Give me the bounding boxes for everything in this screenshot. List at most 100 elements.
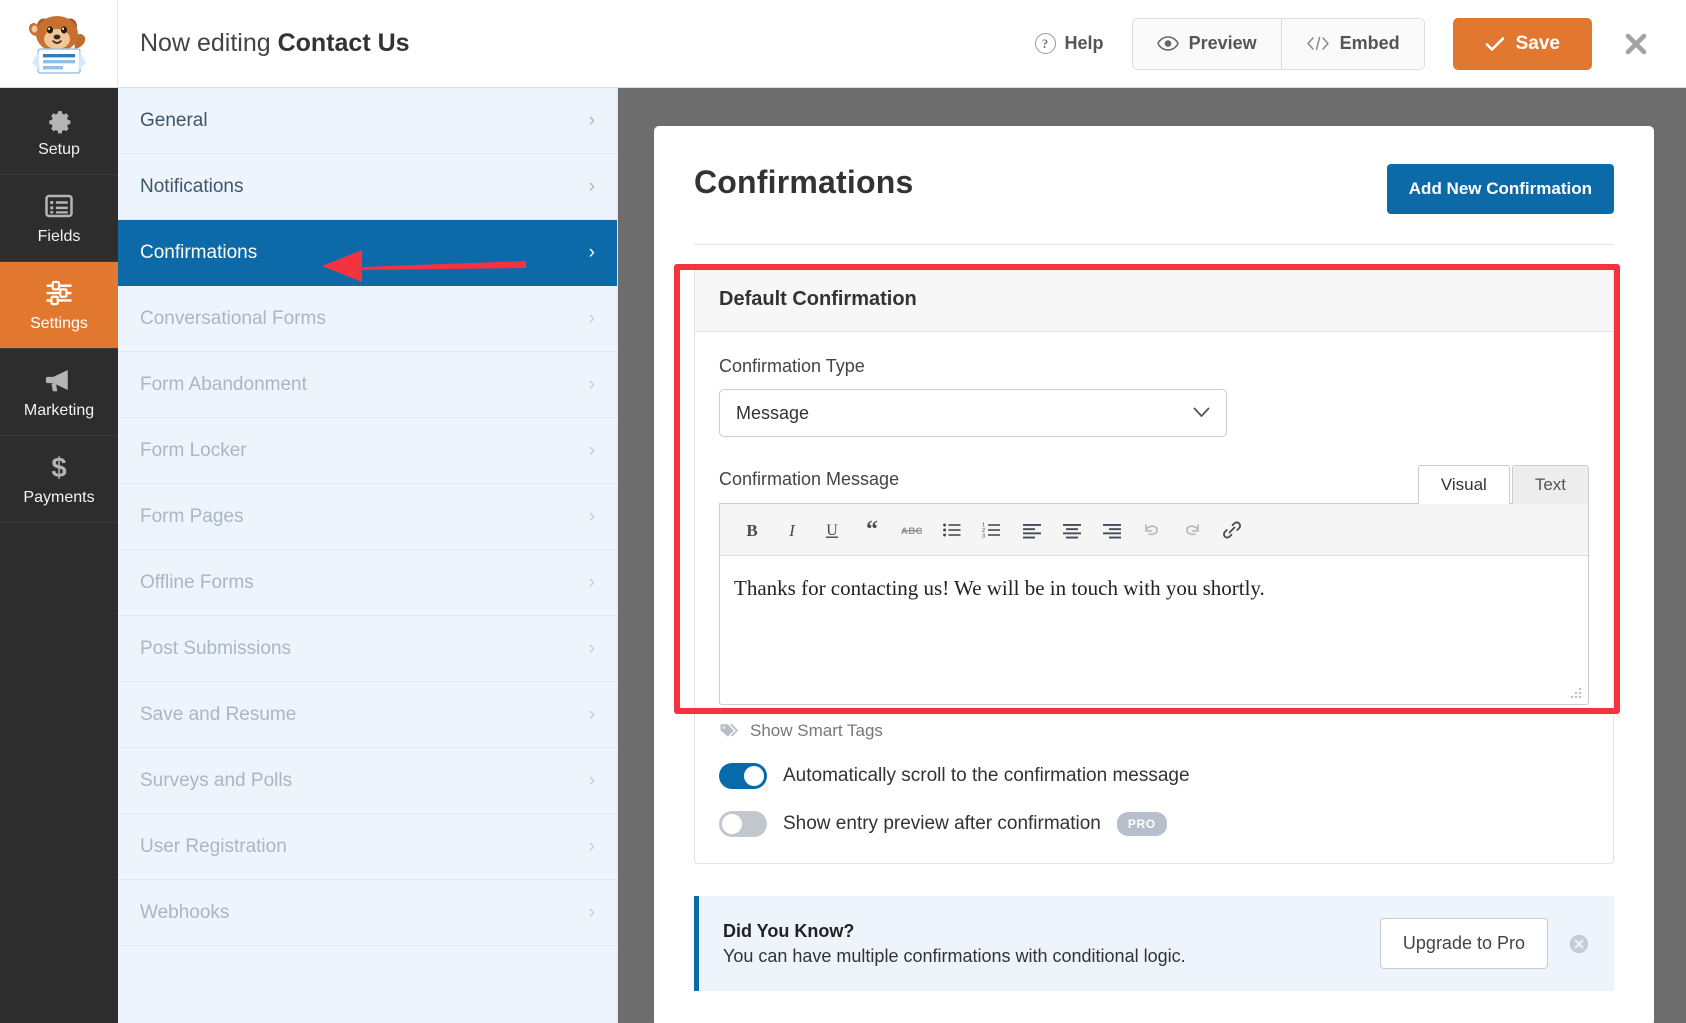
upgrade-to-pro-button[interactable]: Upgrade to Pro <box>1379 918 1548 969</box>
link-icon[interactable] <box>1214 512 1250 548</box>
preview-button[interactable]: Preview <box>1133 19 1281 69</box>
chevron-right-icon: › <box>588 506 595 527</box>
sidebar-item-post-submissions[interactable]: Post Submissions › <box>118 616 617 682</box>
chevron-right-icon: › <box>588 902 595 923</box>
strikethrough-icon[interactable]: ABC <box>894 512 930 548</box>
sidebar-item-form-locker[interactable]: Form Locker › <box>118 418 617 484</box>
embed-button[interactable]: Embed <box>1280 18 1424 69</box>
dismiss-callout-button[interactable] <box>1568 933 1590 955</box>
rail-item-label: Payments <box>23 488 95 506</box>
tab-text[interactable]: Text <box>1511 465 1589 504</box>
sidebar-item-webhooks[interactable]: Webhooks › <box>118 880 617 946</box>
mascot-logo-icon <box>28 15 86 74</box>
sidebar-item-user-registration[interactable]: User Registration › <box>118 814 617 880</box>
rail-item-marketing[interactable]: Marketing <box>0 349 118 436</box>
nav-label: Surveys and Polls <box>140 769 293 791</box>
svg-text:U: U <box>826 522 838 539</box>
chevron-right-icon: › <box>588 110 595 131</box>
question-mark-icon: ? <box>1034 33 1056 54</box>
editing-prefix: Now editing <box>140 29 271 57</box>
undo-icon[interactable] <box>1134 512 1170 548</box>
nav-label: Conversational Forms <box>140 307 326 329</box>
close-circle-icon <box>1569 934 1589 953</box>
sidebar-item-conversational-forms[interactable]: Conversational Forms › <box>118 286 617 352</box>
nav-label: Form Abandonment <box>140 373 307 395</box>
help-button[interactable]: ? Help <box>1034 33 1104 54</box>
rail-item-setup[interactable]: Setup <box>0 88 118 175</box>
sidebar-item-notifications[interactable]: Notifications › <box>118 154 617 220</box>
nav-label: Form Locker <box>140 439 247 461</box>
nav-label: Save and Resume <box>140 703 297 725</box>
megaphone-icon <box>45 369 68 391</box>
page-heading: Now editing Contact Us <box>140 29 410 58</box>
preview-label: Preview <box>1188 33 1257 53</box>
align-center-icon[interactable] <box>1054 512 1090 548</box>
blockquote-icon[interactable]: “ <box>854 512 890 548</box>
chevron-right-icon: › <box>588 704 595 725</box>
bulleted-list-icon[interactable] <box>934 512 970 548</box>
did-you-know-body: You can have multiple confirmations with… <box>723 945 1186 966</box>
sidebar-item-form-pages[interactable]: Form Pages › <box>118 484 617 550</box>
nav-label: Notifications <box>140 175 244 197</box>
save-button[interactable]: Save <box>1452 17 1592 70</box>
smart-tags-label: Show Smart Tags <box>750 721 883 740</box>
pro-badge: PRO <box>1116 812 1167 836</box>
dollar-icon: $ <box>51 452 66 482</box>
panel-header: Confirmations Add New Confirmation <box>694 164 1614 214</box>
gear-icon <box>49 110 71 133</box>
rail-item-settings[interactable]: Settings <box>0 262 118 349</box>
settings-nav-list: General › Notifications › Confirmations … <box>118 88 618 1023</box>
show-smart-tags-button[interactable]: Show Smart Tags <box>719 721 1589 741</box>
numbered-list-icon[interactable]: 1 2 3 <box>974 512 1010 548</box>
underline-icon[interactable]: U <box>814 512 850 548</box>
chevron-right-icon: › <box>588 836 595 857</box>
close-icon <box>1625 33 1647 54</box>
entry-preview-label: Show entry preview after confirmation <box>783 813 1101 834</box>
top-toolbar-actions: ? Help Preview Embed Save <box>1034 17 1686 70</box>
confirmation-type-select-wrap: Message <box>719 389 1227 437</box>
editor-toolbar: B I U “ ABC 1 2 3 <box>720 504 1588 556</box>
svg-text:“: “ <box>866 520 878 540</box>
align-left-icon[interactable] <box>1014 512 1050 548</box>
resize-handle-icon[interactable] <box>1569 686 1583 700</box>
nav-label: User Registration <box>140 835 287 857</box>
chevron-right-icon: › <box>588 638 595 659</box>
tab-visual[interactable]: Visual <box>1417 465 1510 504</box>
wpforms-form-builder: Now editing Contact Us ? Help Preview Em… <box>0 0 1686 1023</box>
autoscroll-toggle[interactable] <box>719 763 767 789</box>
rail-item-payments[interactable]: $ Payments <box>0 436 118 523</box>
svg-text:3: 3 <box>982 533 985 539</box>
code-brackets-icon <box>1306 36 1329 51</box>
primary-rail: Setup Fields Settings Marketing $ Paymen… <box>0 88 118 1023</box>
eye-icon <box>1156 36 1179 51</box>
sidebar-item-general[interactable]: General › <box>118 88 617 154</box>
sidebar-item-offline-forms[interactable]: Offline Forms › <box>118 550 617 616</box>
sidebar-item-save-and-resume[interactable]: Save and Resume › <box>118 682 617 748</box>
rail-item-label: Fields <box>37 227 81 245</box>
sidebar-item-form-abandonment[interactable]: Form Abandonment › <box>118 352 617 418</box>
rail-item-label: Marketing <box>23 401 95 419</box>
editor-content-area[interactable]: Thanks for contacting us! We will be in … <box>720 556 1588 704</box>
nav-label: Form Pages <box>140 505 244 527</box>
chevron-right-icon: › <box>588 572 595 593</box>
sidebar-item-surveys-and-polls[interactable]: Surveys and Polls › <box>118 748 617 814</box>
entry-preview-toggle[interactable] <box>719 811 767 837</box>
rail-item-fields[interactable]: Fields <box>0 175 118 262</box>
close-builder-button[interactable] <box>1622 30 1650 58</box>
sidebar-item-confirmations[interactable]: Confirmations › <box>118 220 617 286</box>
app-logo <box>0 0 118 88</box>
chevron-right-icon: › <box>588 440 595 461</box>
check-icon <box>1485 36 1504 51</box>
align-right-icon[interactable] <box>1094 512 1130 548</box>
nav-label: Offline Forms <box>140 571 254 593</box>
did-you-know-text-wrap: Did You Know? You can have multiple conf… <box>723 921 1186 967</box>
sliders-icon <box>46 280 72 305</box>
header-divider <box>694 244 1614 245</box>
save-label: Save <box>1515 32 1560 54</box>
bold-icon[interactable]: B <box>734 512 770 548</box>
add-new-confirmation-button[interactable]: Add New Confirmation <box>1386 164 1614 214</box>
italic-icon[interactable]: I <box>774 512 810 548</box>
confirmation-type-select[interactable]: Message <box>719 389 1227 437</box>
chevron-right-icon: › <box>588 242 595 263</box>
redo-icon[interactable] <box>1174 512 1210 548</box>
